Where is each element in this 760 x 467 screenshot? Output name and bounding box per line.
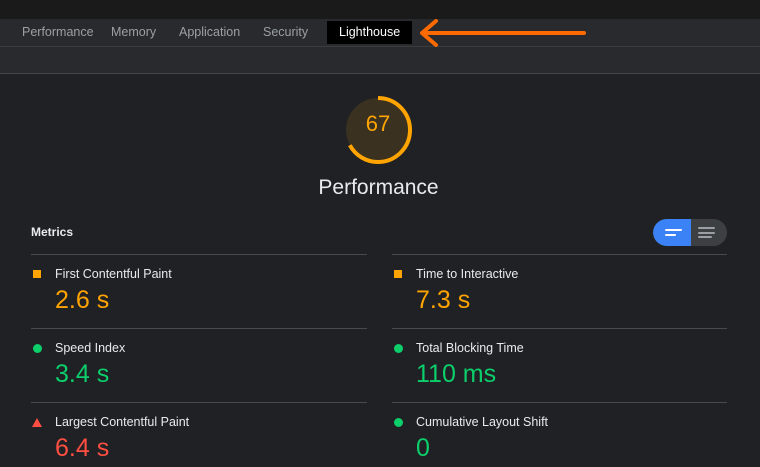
tab-lighthouse[interactable]: Lighthouse [327, 21, 413, 44]
window-top-strip [0, 0, 760, 19]
metric-value-tti: 7.3 s [416, 286, 471, 314]
lighthouse-report: 67 Performance Metrics First Contentful … [0, 74, 760, 467]
lighthouse-toolbar [0, 47, 760, 74]
metric-value-fcp: 2.6 s [55, 286, 110, 314]
metric-value-lcp: 6.4 s [55, 434, 110, 462]
metric-name-cls: Cumulative Layout Shift [416, 415, 549, 429]
metric-divider [31, 328, 367, 329]
tab-application[interactable]: Application [179, 21, 240, 44]
annotation-arrow-icon [420, 19, 586, 47]
metric-value-tbt: 110 ms [416, 360, 497, 388]
tab-performance[interactable]: Performance [22, 21, 94, 44]
metrics-heading: Metrics [31, 225, 74, 239]
square-icon [394, 270, 402, 278]
metric-divider [392, 402, 727, 403]
tab-security[interactable]: Security [263, 21, 308, 44]
circle-icon [394, 344, 403, 353]
metric-value-si: 3.4 s [55, 360, 110, 388]
metric-name-si: Speed Index [55, 341, 126, 355]
metric-name-lcp: Largest Contentful Paint [55, 415, 190, 429]
compact-view-button[interactable] [653, 219, 691, 246]
devtools-tab-bar: Performance Memory Application Security … [0, 19, 760, 47]
metrics-view-toggle[interactable] [653, 219, 727, 246]
category-title: Performance [318, 176, 439, 199]
metric-name-fcp: First Contentful Paint [55, 267, 172, 281]
metric-divider [31, 402, 367, 403]
metric-divider [392, 254, 727, 255]
expanded-view-button[interactable] [691, 219, 727, 246]
triangle-icon [32, 418, 42, 427]
bars-icon [665, 229, 682, 231]
metric-divider [392, 328, 727, 329]
metric-divider [31, 254, 367, 255]
square-icon [33, 270, 41, 278]
circle-icon [394, 418, 403, 427]
metric-name-tti: Time to Interactive [416, 267, 519, 281]
circle-icon [33, 344, 42, 353]
performance-score: 67 [365, 111, 391, 136]
metric-value-cls: 0 [416, 434, 430, 462]
list-icon [698, 227, 715, 229]
metric-name-tbt: Total Blocking Time [416, 341, 524, 355]
tab-memory[interactable]: Memory [111, 21, 156, 44]
